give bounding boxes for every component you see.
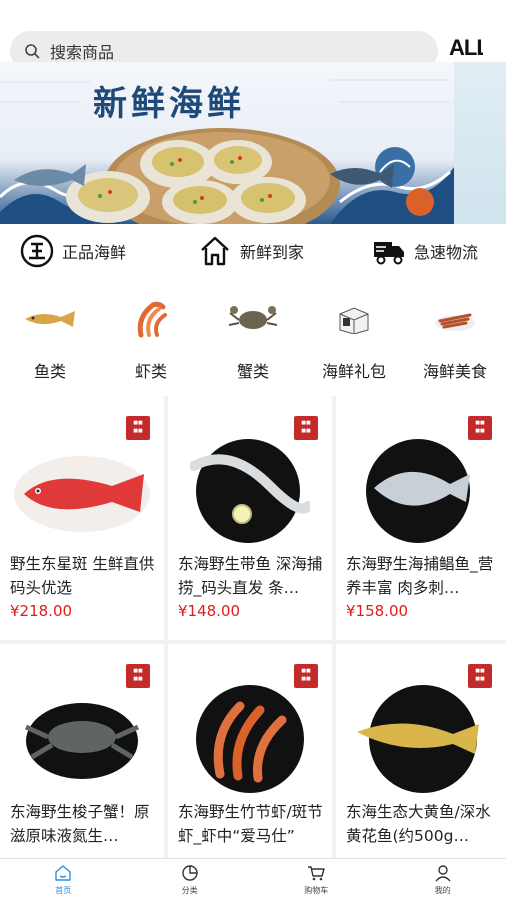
category-seafood-dishes[interactable]: 海鲜美食: [405, 296, 505, 382]
category-icon: [182, 865, 198, 881]
authentic-icon: [20, 234, 54, 268]
tab-cart[interactable]: 购物车: [253, 859, 380, 900]
yellow-croaker-image: [357, 685, 479, 793]
product-card[interactable]: ■■ ■■ 东海野生竹节虾/斑节虾_虾中“爱马仕”: [168, 644, 332, 858]
product-title: 东海野生海捕鲳鱼_营养丰富 肉多刺…: [346, 555, 494, 597]
fish-icon: [25, 311, 75, 327]
product-card[interactable]: ■■ ■■ 东海野生带鱼 深海捕捞_码头直发 条… ¥148.00: [168, 396, 332, 640]
product-price: ¥158.00: [346, 602, 409, 620]
product-title: 东海野生带鱼 深海捕捞_码头直发 条…: [178, 555, 323, 597]
promo-banner[interactable]: 新鲜海鲜: [0, 62, 506, 224]
swimming-crab-image: [24, 703, 140, 779]
tab-category[interactable]: 分类: [127, 859, 254, 900]
banner-next-slide: [454, 62, 506, 224]
category-label: 海鲜礼包: [321, 362, 386, 381]
user-icon: [435, 865, 451, 882]
hairtail-image: [190, 439, 310, 543]
cart-icon: [308, 866, 325, 881]
category-row: 鱼类 虾类 蟹类 海鲜礼包 海鲜美食: [0, 296, 506, 386]
bottom-tab-bar: 首页 分类 购物车 我的: [0, 858, 506, 900]
search-header: 搜索商品 ALL: [0, 0, 506, 71]
app-root: 搜索商品 ALL: [0, 0, 506, 900]
prawn-image: [196, 685, 304, 793]
feature-authentic: 正品海鲜: [20, 234, 126, 268]
product-title: 东海生态大黄鱼/深水黄花鱼(约500g…: [346, 803, 491, 845]
home-delivery-icon: [201, 236, 229, 266]
feature-home-delivery: 新鲜到家: [198, 234, 304, 268]
category-crab[interactable]: 蟹类: [203, 296, 303, 382]
product-card[interactable]: ■■ ■■ 东海生态大黄鱼/深水黄花鱼(约500g…: [336, 644, 506, 858]
product-title: 东海野生竹节虾/斑节虾_虾中“爱马仕”: [178, 803, 323, 845]
search-icon: [25, 44, 40, 59]
category-fish[interactable]: 鱼类: [0, 296, 100, 382]
product-image: [10, 436, 154, 546]
feature-label: 正品海鲜: [62, 243, 127, 262]
product-image: [178, 684, 322, 794]
product-image: [346, 436, 490, 546]
tab-profile[interactable]: 我的: [380, 859, 506, 900]
tab-label: 购物车: [304, 886, 329, 895]
category-label: 蟹类: [236, 362, 269, 381]
banner-artwork: [0, 79, 454, 224]
product-grid: ■■ ■■ 野生东星斑 生鲜直供 码头优选 ¥218.00 ■■ ■■ 东海野生…: [0, 396, 506, 858]
category-gift-pack[interactable]: 海鲜礼包: [304, 296, 404, 382]
feature-strip: 正品海鲜 新鲜到家 急速物流: [0, 226, 506, 276]
gift-box-icon: [339, 307, 369, 334]
tab-home[interactable]: 首页: [0, 859, 127, 900]
product-card[interactable]: ■■ ■■ 野生东星斑 生鲜直供 码头优选 ¥218.00: [0, 396, 164, 640]
product-card[interactable]: ■■ ■■ 东海野生梭子蟹！原滋原味液氮生…: [0, 644, 164, 858]
feature-fast-logistics: 急速物流: [372, 234, 478, 268]
product-title: 野生东星斑 生鲜直供 码头优选: [10, 555, 155, 597]
feature-label: 急速物流: [414, 243, 479, 262]
tab-label: 首页: [55, 886, 72, 895]
category-label: 海鲜美食: [422, 362, 487, 381]
tab-label: 我的: [434, 886, 451, 895]
product-image: [178, 436, 322, 546]
product-price: ¥218.00: [10, 602, 73, 620]
category-label: 鱼类: [33, 362, 66, 381]
pomfret-image: [366, 439, 470, 543]
product-image: [346, 684, 490, 794]
feature-label: 新鲜到家: [240, 243, 305, 262]
product-image: [10, 684, 154, 794]
home-icon: [55, 865, 71, 881]
seafood-dish-icon: [435, 313, 475, 331]
banner-title: 新鲜海鲜: [93, 84, 245, 124]
product-title: 东海野生梭子蟹！原滋原味液氮生…: [10, 803, 150, 845]
red-grouper-image: [14, 456, 150, 532]
truck-icon: [374, 242, 404, 265]
category-label: 虾类: [134, 362, 167, 381]
tab-label: 分类: [181, 886, 198, 895]
product-price: ¥148.00: [178, 602, 241, 620]
product-card[interactable]: ■■ ■■ 东海野生海捕鲳鱼_营养丰富 肉多刺… ¥158.00: [336, 396, 506, 640]
category-shrimp[interactable]: 虾类: [101, 296, 201, 382]
crab-icon: [228, 306, 278, 329]
shrimp-icon: [137, 301, 167, 338]
search-placeholder: 搜索商品: [50, 43, 115, 62]
